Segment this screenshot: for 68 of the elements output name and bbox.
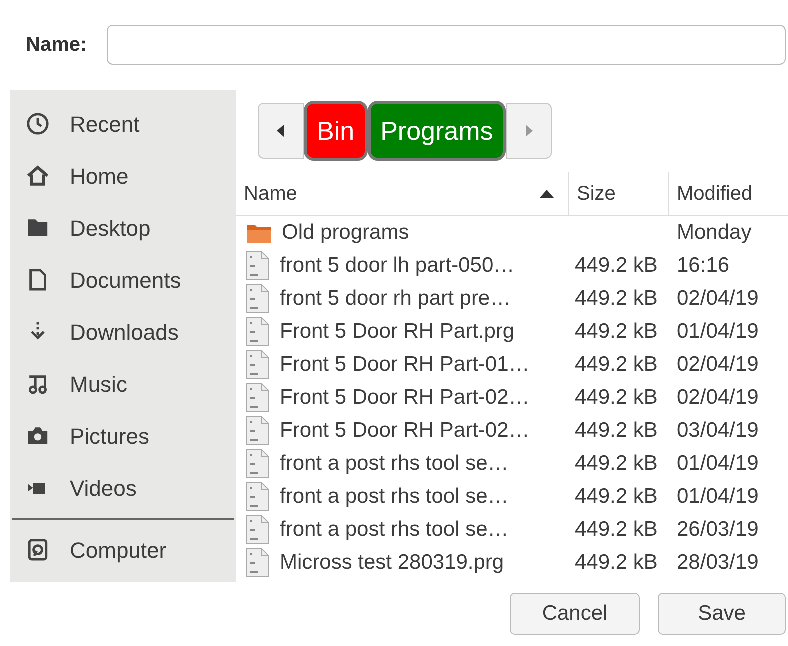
file-name: Micross test 280319.prg	[280, 550, 504, 576]
binary-file-icon	[246, 382, 270, 412]
file-name: front 5 door rh part pre…	[280, 286, 512, 312]
modified-date: 28/03/19	[677, 550, 759, 574]
home-icon	[26, 164, 50, 188]
file-name: Front 5 Door RH Part.prg	[280, 318, 515, 345]
modified-date: 03/04/19	[677, 418, 759, 442]
sidebar-item[interactable]: Recent	[10, 98, 236, 150]
binary-file-icon	[246, 482, 270, 512]
file-name: front a post rhs tool se…	[280, 484, 509, 510]
file-name: front 5 door lh part-050…	[280, 252, 515, 279]
sidebar-item[interactable]: Downloads	[10, 306, 236, 358]
file-size: 449.2 kB	[575, 550, 658, 574]
binary-file-icon	[246, 448, 270, 478]
computer-icon	[26, 538, 50, 562]
modified-date: 01/04/19	[677, 320, 759, 343]
binary-file-icon	[246, 548, 270, 578]
file-name: front a post rhs tool se…	[280, 516, 509, 543]
right-arrow-icon	[525, 125, 534, 137]
cancel-button[interactable]: Cancel	[510, 593, 640, 635]
sidebar-item[interactable]: Home	[10, 150, 236, 202]
left-arrow-icon	[277, 125, 285, 137]
column-header[interactable]: Name	[236, 172, 569, 215]
sidebar-item[interactable]: Pictures	[10, 410, 236, 462]
column-header[interactable]: Size	[569, 172, 669, 215]
back-button[interactable]	[258, 103, 304, 159]
sidebar-item[interactable]: Music	[10, 358, 236, 410]
sidebar-item[interactable]: Videos	[10, 462, 236, 514]
path-button[interactable]: Bin	[304, 101, 368, 161]
file-size: 449.2 kB	[575, 386, 658, 409]
modified-date: Monday	[677, 220, 752, 244]
sort-ascending-icon	[540, 190, 554, 198]
modified-date: 02/04/19	[677, 386, 759, 409]
file-size: 449.2 kB	[575, 484, 658, 508]
name-field[interactable]	[107, 25, 786, 65]
binary-file-icon	[246, 284, 270, 314]
column-header[interactable]: Modified	[669, 172, 788, 215]
modified-date: 01/04/19	[677, 484, 759, 508]
file-name: Front 5 Door RH Part-01…	[280, 352, 530, 378]
binary-file-icon	[246, 416, 270, 446]
file-size: 449.2 kB	[575, 418, 658, 442]
file-size: 449.2 kB	[575, 518, 658, 541]
modified-date: 16:16	[677, 254, 730, 277]
modified-date: 02/04/19	[677, 286, 759, 310]
path-button[interactable]: Programs	[368, 101, 506, 161]
binary-file-icon	[246, 350, 270, 380]
file-size: 449.2 kB	[575, 254, 658, 277]
file-size: 449.2 kB	[575, 352, 658, 376]
file-name: Front 5 Door RH Part-02…	[280, 418, 530, 444]
file-name: front a post rhs tool se…	[280, 450, 509, 477]
binary-file-icon	[246, 514, 270, 544]
file-name: Front 5 Door RH Part-02…	[280, 384, 530, 411]
binary-file-icon	[246, 250, 270, 280]
file-size: 449.2 kB	[575, 320, 658, 343]
sidebar-item[interactable]: Computer	[10, 524, 236, 576]
forward-button[interactable]	[506, 103, 552, 159]
modified-date: 01/04/19	[677, 452, 759, 475]
sidebar-item[interactable]: Desktop	[10, 202, 236, 254]
file-size: 449.2 kB	[575, 286, 658, 310]
save-button[interactable]: Save	[658, 593, 786, 635]
file-name: Old programs	[282, 220, 410, 246]
recent-icon	[26, 112, 50, 136]
modified-date: 02/04/19	[677, 352, 759, 376]
modified-date: 26/03/19	[677, 518, 759, 541]
name-label: Name:	[26, 33, 88, 58]
file-size: 449.2 kB	[575, 452, 658, 475]
binary-file-icon	[246, 316, 270, 346]
sidebar-item[interactable]: Documents	[10, 254, 236, 306]
